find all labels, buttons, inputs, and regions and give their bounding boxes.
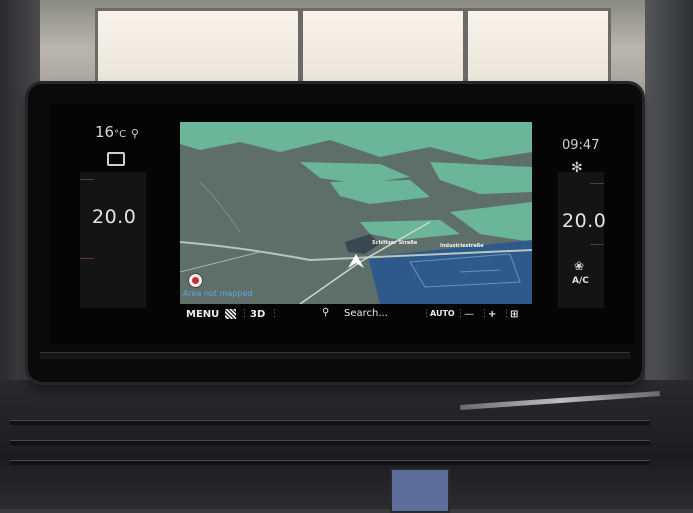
view-3d-button[interactable]: 3D <box>250 309 265 320</box>
route-options-icon[interactable]: ⊞ <box>510 309 518 320</box>
recirculation-icon[interactable]: ❀ <box>574 259 584 273</box>
zoom-mode-button[interactable]: AUTO <box>430 309 455 318</box>
street-label: Industriestraße <box>440 243 484 249</box>
heated-seat-icon[interactable] <box>107 152 125 166</box>
navigation-map[interactable] <box>180 122 532 304</box>
air-vent-slat <box>10 440 650 445</box>
fan-icon[interactable]: ✻ <box>571 160 583 176</box>
zoom-in-button[interactable]: + <box>488 309 496 320</box>
outside-temp-value: 16 <box>95 123 115 141</box>
map-status-text: Area not mapped <box>183 289 253 298</box>
search-icon[interactable]: ⚲ <box>322 307 329 318</box>
right-climate-panel[interactable] <box>558 172 604 308</box>
street-label: Schlitzer Straße <box>372 240 418 246</box>
separator: ⋮ <box>270 309 279 319</box>
clock: 09:47 <box>562 138 600 153</box>
panel-divider <box>80 258 94 259</box>
outside-temp-unit: °C <box>114 129 127 140</box>
driver-temp-setpoint[interactable]: 20.0 <box>92 206 136 228</box>
panel-divider <box>590 244 604 245</box>
air-vent-slat <box>10 460 650 465</box>
search-button[interactable]: Search... <box>344 308 388 319</box>
lower-center-display <box>390 468 450 513</box>
map-graphics <box>180 122 532 304</box>
menu-button[interactable]: MENU <box>186 309 219 320</box>
air-vent-slat <box>10 420 650 425</box>
separator: ⋮ <box>240 309 249 319</box>
panel-divider <box>590 183 604 184</box>
flag-icon[interactable] <box>225 309 236 319</box>
ac-button[interactable]: A/C <box>572 276 589 286</box>
zoom-out-button[interactable]: — <box>464 309 474 320</box>
outside-temperature: 16°C ⚲ <box>95 123 139 141</box>
screen-bottom-trim <box>40 352 630 359</box>
passenger-temp-setpoint[interactable]: 20.0 <box>562 210 606 232</box>
location-pin-icon: ⚲ <box>130 127 139 140</box>
left-climate-panel[interactable] <box>80 172 146 308</box>
panel-divider <box>80 179 94 180</box>
compass-icon[interactable] <box>188 273 203 288</box>
